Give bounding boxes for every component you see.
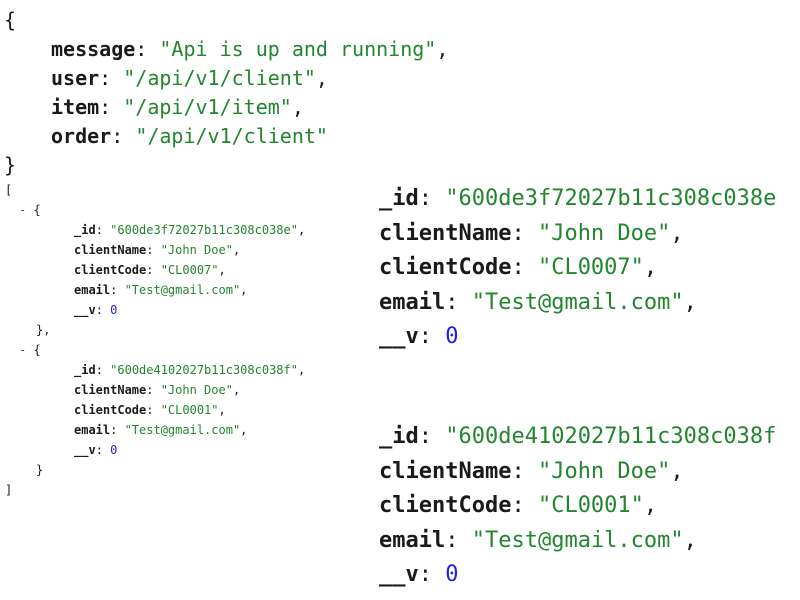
json-string-value: "/api/v1/client": [123, 66, 316, 90]
json-field-id: _id: "600de3f72027b11c308c038e: [379, 186, 777, 211]
object-header: - {: [19, 343, 41, 357]
json-string-value: "/api/v1/client": [135, 124, 328, 148]
json-field-order: order: "/api/v1/client": [51, 124, 328, 148]
json-field-client-name: clientName: "John Doe",: [74, 243, 241, 257]
json-key: item: [51, 95, 100, 119]
object-close: },: [36, 323, 51, 337]
json-field-version: __v: 0: [74, 303, 118, 317]
json-field-email: email: "Test@gmail.com",: [379, 289, 697, 315]
json-field-version: __v: 0: [74, 443, 118, 457]
open-bracket: [: [5, 183, 13, 197]
json-field-id: _id: "600de3f72027b11c308c038e",: [74, 223, 306, 237]
json-field-id: _id: "600de4102027b11c308c038f",: [74, 363, 306, 377]
json-field-version: __v: 0: [379, 324, 459, 349]
zoomed-record-1: _id: "600de3f72027b11c308c038e clientNam…: [379, 182, 776, 355]
zoomed-record-2: _id: "600de4102027b11c308c038f clientNam…: [379, 420, 776, 593]
json-field-client-code: clientCode: "CL0001",: [379, 493, 658, 518]
json-field-client-code: clientCode: "CL0007",: [379, 255, 658, 280]
json-field-email: email: "Test@gmail.com",: [74, 423, 248, 437]
json-field-email: email: "Test@gmail.com",: [74, 283, 248, 297]
json-field-client-code: clientCode: "CL0001",: [74, 403, 226, 417]
close-bracket: ]: [5, 483, 13, 497]
json-key: message: [51, 37, 136, 61]
json-key: order: [51, 124, 112, 148]
json-field-id: _id: "600de4102027b11c308c038f: [379, 424, 777, 449]
open-brace: {: [4, 8, 17, 32]
json-field-client-name: clientName: "John Doe",: [379, 220, 684, 246]
json-field-version: __v: 0: [379, 562, 459, 587]
json-field-message: message: "Api is up and running",: [51, 37, 449, 61]
json-field-client-name: clientName: "John Doe",: [74, 383, 241, 397]
json-string-value: "Api is up and running": [159, 37, 437, 61]
json-field-user: user: "/api/v1/client",: [51, 66, 328, 90]
json-field-client-name: clientName: "John Doe",: [379, 458, 684, 484]
json-field-item: item: "/api/v1/item",: [51, 95, 304, 119]
object-close: }: [36, 463, 44, 477]
object-header: - {: [19, 203, 41, 217]
json-field-email: email: "Test@gmail.com",: [379, 527, 697, 553]
json-field-client-code: clientCode: "CL0007",: [74, 263, 226, 277]
api-status-json: { message: "Api is up and running", user…: [4, 6, 448, 180]
json-key: user: [51, 66, 100, 90]
json-string-value: "/api/v1/item": [123, 95, 292, 119]
client-array-json: [ - { _id: "600de3f72027b11c308c038e", c…: [5, 180, 305, 500]
close-brace: }: [4, 153, 17, 177]
